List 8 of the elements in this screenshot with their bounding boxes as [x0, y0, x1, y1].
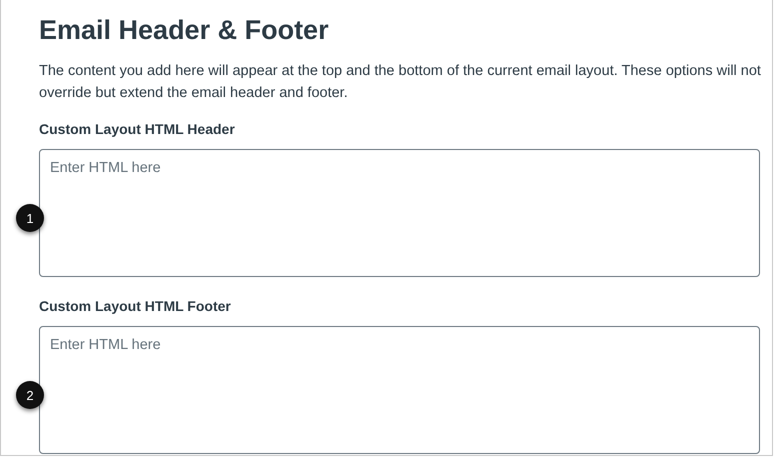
field-label: Custom Layout HTML Footer: [39, 297, 232, 315]
html-input-field[interactable]: Enter HTML here: [39, 149, 760, 277]
html-input-field[interactable]: Enter HTML here: [39, 326, 760, 454]
description: The content you add here will appear at the top and the bottom of the current email layout. These options will not override but extend the email header and footer.: [39, 62, 762, 103]
callout-badge: 2: [16, 381, 44, 409]
callout-badge: 1: [16, 204, 44, 232]
field-label: Custom Layout HTML Header: [39, 120, 236, 138]
page-title: Email Header & Footer: [39, 14, 330, 46]
